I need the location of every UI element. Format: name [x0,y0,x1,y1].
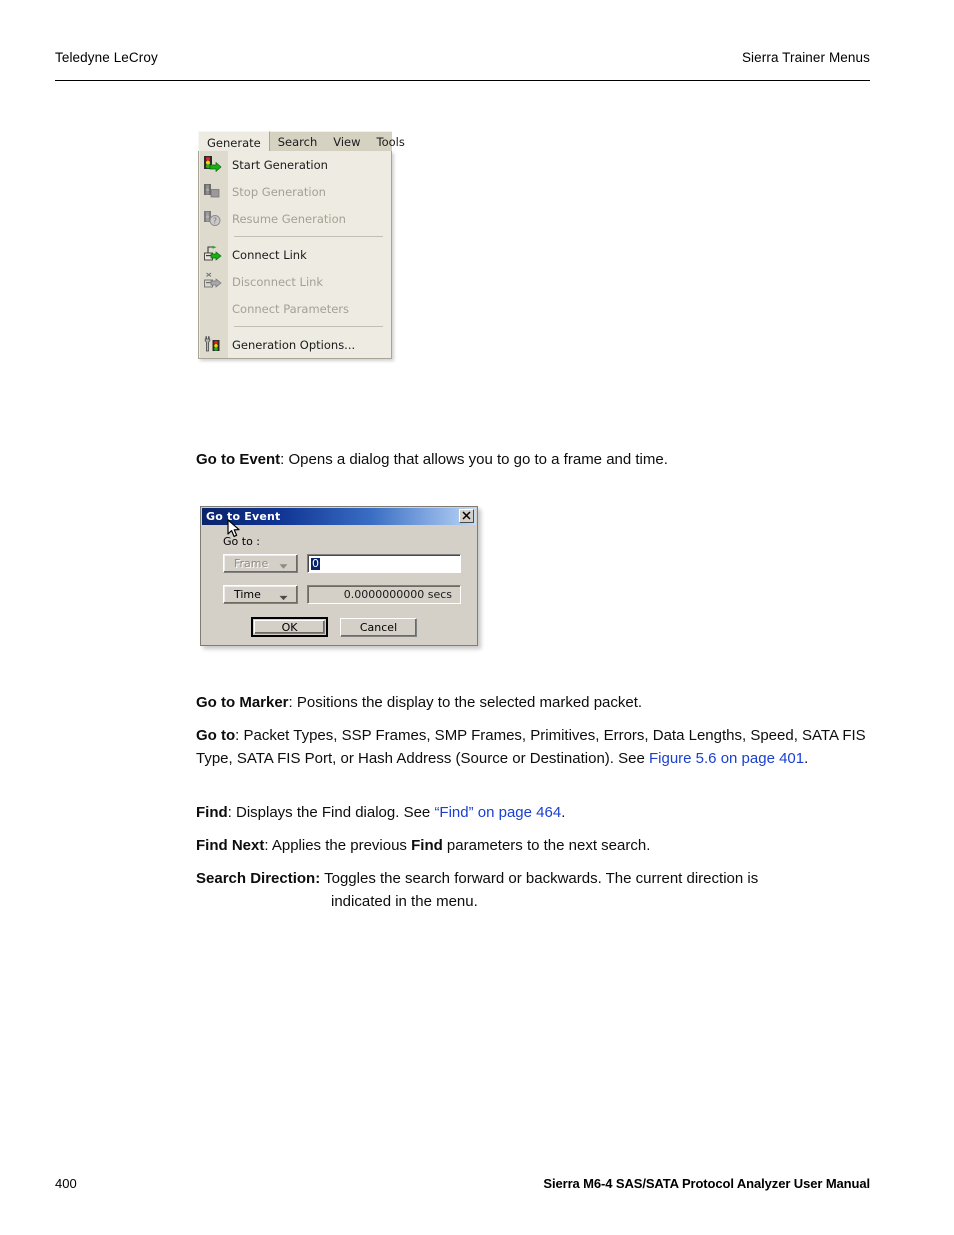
header-section-title: Sierra Trainer Menus [741,50,870,65]
frame-input[interactable]: 0 [307,554,461,573]
menubar-item-tools-label: Tools [376,135,405,149]
close-icon[interactable] [459,509,474,523]
menu-item-generation-options[interactable]: Generation Options... [199,331,391,358]
time-dropdown-value: Time [234,588,261,601]
generate-dropdown-menu: Start Generation Stop Generation ? Resum… [198,151,392,359]
frame-dropdown-value: Frame [234,557,269,570]
text-go-to-event: : Opens a dialog that allows you to go t… [280,451,668,468]
menu-separator-1 [199,232,391,241]
connect-parameters-icon [199,295,227,322]
frame-input-value: 0 [311,557,320,570]
menu-item-start-generation-label: Start Generation [232,157,328,172]
menubar-item-search-label: Search [277,135,318,149]
header-company-name: Teledyne LeCroy [55,50,158,65]
disconnect-link-icon [199,268,227,295]
term-search-direction: Search Direction: [196,870,321,887]
menu-item-stop-generation: Stop Generation [199,178,391,205]
generate-menu-screenshot: Generate Search View Tools Start Generat… [198,131,405,361]
text-search-direction-a: Toggles the search forward or backwards.… [320,870,759,887]
ok-button-label: OK [281,620,298,634]
dialog-title: Go to Event [206,510,281,523]
menubar-item-view[interactable]: View [325,132,368,152]
menu-bar: Generate Search View Tools [198,131,405,152]
menu-item-generation-options-label: Generation Options... [232,337,356,352]
footer-page-number: 400 [55,1176,77,1191]
menubar-item-search[interactable]: Search [270,132,326,152]
menu-item-stop-generation-label: Stop Generation [232,184,326,199]
menu-item-connect-parameters: Connect Parameters [199,295,391,322]
menu-item-connect-link-label: Connect Link [232,247,307,262]
menubar-item-view-label: View [333,135,361,149]
dialog-titlebar: Go to Event [202,508,476,525]
connect-link-icon [199,241,227,268]
page-footer: 400 Sierra M6-4 SAS/SATA Protocol Analyz… [55,1176,870,1198]
paragraph-go-to: Go to: Packet Types, SSP Frames, SMP Fra… [196,725,868,770]
menubar-item-tools[interactable]: Tools [369,132,413,152]
paragraph-search-direction: Search Direction: Toggles the search for… [196,868,836,913]
text-go-to-b: . [804,749,809,767]
time-value: 0.0000000000 secs [343,588,452,601]
term-find: Find [196,804,228,821]
text-go-to-marker: : Positions the display to the selected … [288,694,643,711]
start-generation-icon [199,151,227,178]
paragraph-go-to-event: Go to Event: Opens a dialog that allows … [196,449,876,472]
link-figure-5-6[interactable]: Figure 5.6 on page 401 [649,750,804,767]
menu-item-connect-parameters-label: Connect Parameters [232,301,350,316]
text-find-next-a: : Applies the previous [264,837,412,854]
text-search-direction-b: indicated in the menu. [331,892,478,910]
generation-options-icon [199,331,227,358]
menu-item-disconnect-link: Disconnect Link [199,268,391,295]
menu-item-disconnect-link-label: Disconnect Link [232,274,324,289]
stop-generation-icon [199,178,227,205]
svg-text:?: ? [213,217,217,226]
text-find-a: : Displays the Find dialog. See [227,804,435,821]
menubar-item-generate-label: Generate [207,135,261,150]
cancel-button[interactable]: Cancel [340,618,417,637]
time-value-field: 0.0000000000 secs [307,585,461,604]
term-go-to-event: Go to Event [196,451,281,468]
paragraph-find-next: Find Next: Applies the previous Find par… [196,835,886,858]
page-header: Teledyne LeCroy Sierra Trainer Menus [55,50,870,81]
go-to-event-dialog-screenshot: Go to Event Go to : Frame 0 Time 0.00000… [200,506,478,646]
time-dropdown[interactable]: Time [223,585,298,604]
term-go-to: Go to [196,727,236,744]
term-go-to-marker: Go to Marker [196,694,289,711]
menu-item-start-generation[interactable]: Start Generation [199,151,391,178]
text-find-b: . [561,804,566,821]
resume-generation-icon: ? [199,205,227,232]
footer-manual-title: Sierra M6-4 SAS/SATA Protocol Analyzer U… [543,1176,870,1191]
frame-dropdown[interactable]: Frame [223,554,298,573]
menubar-item-generate[interactable]: Generate [198,131,270,152]
menu-item-resume-generation: ? Resume Generation [199,205,391,232]
term-find-inline: Find [411,837,443,854]
menu-separator-2 [199,322,391,331]
menu-item-connect-link[interactable]: Connect Link [199,241,391,268]
menu-item-resume-generation-label: Resume Generation [232,211,346,226]
text-find-next-b: parameters to the next search. [442,837,651,854]
chevron-down-icon-time [279,585,288,604]
ok-button[interactable]: OK [251,617,328,637]
paragraph-go-to-marker: Go to Marker: Positions the display to t… [196,692,886,715]
cancel-button-label: Cancel [359,621,398,634]
paragraph-find: Find: Displays the Find dialog. See “Fin… [196,802,886,825]
mouse-cursor-icon [227,519,241,543]
link-find-page-464[interactable]: “Find” on page 464 [434,804,561,821]
chevron-down-icon [279,554,288,573]
term-find-next: Find Next [196,837,265,854]
